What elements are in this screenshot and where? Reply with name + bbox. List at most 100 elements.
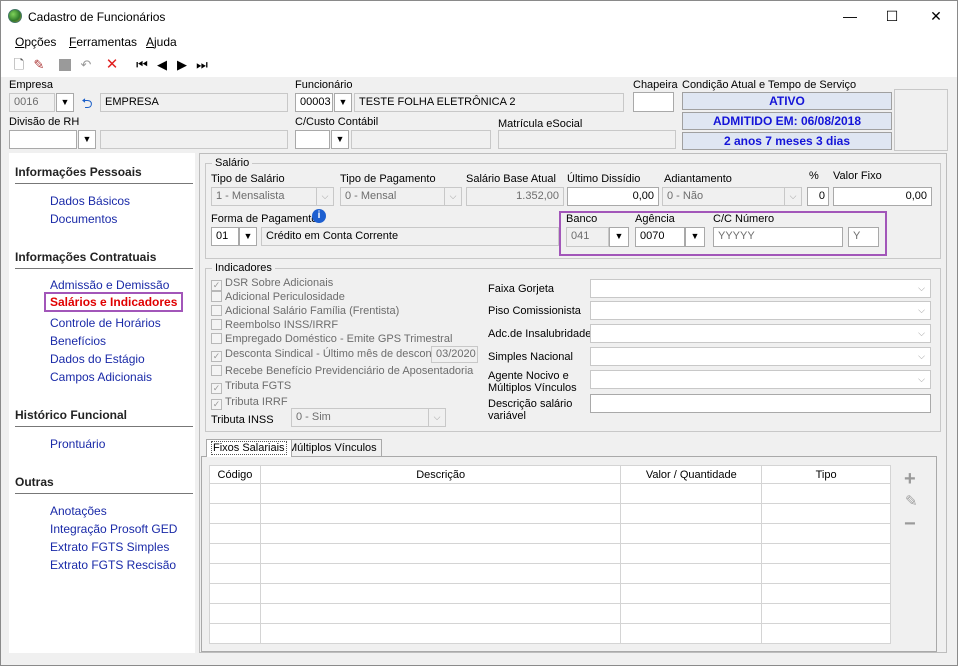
- close-window-button[interactable]: ✕: [921, 5, 951, 27]
- empresa-code-field[interactable]: 0016: [9, 93, 55, 112]
- sidebar-item-controle-horarios[interactable]: Controle de Horários: [50, 316, 161, 330]
- checkbox-tributa-fgts[interactable]: ✓ Tributa FGTS: [211, 380, 291, 394]
- percent-field[interactable]: 0: [807, 187, 829, 206]
- checkbox-domestico[interactable]: Empregado Doméstico - Emite GPS Trimestr…: [211, 333, 452, 345]
- pencil-icon[interactable]: ✎: [905, 492, 918, 510]
- new-document-icon[interactable]: 🗋: [11, 57, 27, 73]
- sidebar-item-anotacoes[interactable]: Anotações: [50, 504, 107, 518]
- table-row[interactable]: [209, 623, 891, 644]
- checkbox-desconta-sindical[interactable]: ✓ Desconta Sindical - Último mês de desco…: [211, 348, 441, 362]
- chapeira-field[interactable]: [633, 92, 674, 112]
- minus-icon[interactable]: −: [904, 513, 916, 536]
- next-record-icon[interactable]: ▶: [174, 57, 190, 73]
- undo-icon[interactable]: ↶: [78, 57, 94, 73]
- checkbox-tributa-irrf[interactable]: ✓ Tributa IRRF: [211, 396, 288, 410]
- sidebar-item-admissao[interactable]: Admissão e Demissão: [50, 278, 169, 292]
- tipo-pagamento-select[interactable]: 0 - Mensal: [340, 187, 446, 206]
- table-row[interactable]: [209, 483, 891, 504]
- sidebar-item-campos-adicionais[interactable]: Campos Adicionais: [50, 370, 152, 384]
- piso-comissionista-label: Piso Comissionista: [488, 305, 581, 317]
- menu-opcoes[interactable]: Opções: [15, 35, 56, 49]
- table-row[interactable]: [209, 583, 891, 604]
- divisao-dropdown-icon[interactable]: ▼: [78, 130, 96, 149]
- info-icon[interactable]: i: [312, 209, 326, 223]
- column-header-valor[interactable]: Valor / Quantidade: [620, 465, 763, 484]
- table-row[interactable]: [209, 563, 891, 584]
- forma-pagamento-dropdown-icon[interactable]: ▼: [239, 227, 257, 246]
- sidebar-item-documentos[interactable]: Documentos: [50, 212, 117, 226]
- salario-base-label: Salário Base Atual: [466, 173, 556, 185]
- column-header-codigo[interactable]: Código: [209, 465, 261, 484]
- cc-dv-field[interactable]: Y: [848, 227, 879, 247]
- salario-base-field[interactable]: 1.352,00: [466, 187, 564, 206]
- adiantamento-select[interactable]: 0 - Não: [662, 187, 786, 206]
- checkbox-periculosidade[interactable]: Adicional Periculosidade: [211, 291, 345, 303]
- minimize-button[interactable]: —: [835, 5, 865, 27]
- save-icon[interactable]: [57, 57, 73, 73]
- descricao-salario-field[interactable]: [590, 394, 931, 413]
- section-historico-funcional: Histórico Funcional: [15, 408, 128, 422]
- checkbox-reembolso[interactable]: Reembolso INSS/IRRF: [211, 319, 338, 331]
- table-row[interactable]: [209, 503, 891, 524]
- sidebar-item-beneficios[interactable]: Benefícios: [50, 334, 106, 348]
- adiantamento-chevron-icon[interactable]: ⌵: [784, 187, 802, 206]
- table-row[interactable]: [209, 543, 891, 564]
- piso-comissionista-select[interactable]: ⌵: [590, 301, 931, 320]
- ccusto-code-field[interactable]: [295, 130, 330, 149]
- checkbox-dsr[interactable]: ✓ DSR Sobre Adicionais: [211, 277, 333, 291]
- funcionario-code-field[interactable]: 00003: [295, 93, 333, 112]
- valor-fixo-field[interactable]: 0,00: [833, 187, 932, 206]
- sidebar-item-dados-basicos[interactable]: Dados Básicos: [50, 194, 130, 208]
- chapeira-label: Chapeira: [633, 79, 678, 91]
- menu-ferramentas[interactable]: Ferramentas: [69, 35, 137, 49]
- table-row[interactable]: [209, 523, 891, 544]
- edit-pencil-icon[interactable]: ✎: [31, 57, 47, 73]
- sidebar-item-extrato-fgts-rescisao[interactable]: Extrato FGTS Rescisão: [50, 558, 176, 572]
- sindical-mes-field[interactable]: 03/2020: [431, 346, 478, 363]
- column-header-tipo[interactable]: Tipo: [761, 465, 891, 484]
- ccusto-dropdown-icon[interactable]: ▼: [331, 130, 349, 149]
- column-header-descricao[interactable]: Descrição: [259, 465, 622, 484]
- banco-dropdown-icon[interactable]: ▼: [609, 227, 629, 247]
- tab-multiplos-vinculos[interactable]: Múltiplos Vínculos: [283, 439, 382, 457]
- sidebar-item-salarios[interactable]: Salários e Indicadores: [44, 292, 184, 312]
- tab-fixos-salariais[interactable]: Fixos Salariais: [206, 439, 292, 457]
- tipo-salario-select[interactable]: 1 - Mensalista: [211, 187, 317, 206]
- agencia-dropdown-icon[interactable]: ▼: [685, 227, 705, 247]
- condicao-label: Condição Atual e Tempo de Serviço: [682, 79, 857, 91]
- divisao-code-field[interactable]: [9, 130, 77, 149]
- table-row[interactable]: [209, 603, 891, 624]
- sidebar-item-integracao-ged[interactable]: Integração Prosoft GED: [50, 522, 177, 536]
- forma-pagamento-code-field[interactable]: 01: [211, 227, 239, 246]
- cc-numero-field[interactable]: YYYYY: [713, 227, 843, 247]
- plus-icon[interactable]: +: [904, 468, 916, 491]
- last-record-icon[interactable]: ⏭: [194, 57, 210, 73]
- sidebar-item-extrato-fgts-simples[interactable]: Extrato FGTS Simples: [50, 540, 169, 554]
- banco-field[interactable]: 041: [566, 227, 609, 247]
- tributa-inss-chevron-icon[interactable]: ⌵: [428, 408, 446, 427]
- maximize-button[interactable]: ☐: [877, 5, 907, 27]
- tipo-pagamento-chevron-icon[interactable]: ⌵: [444, 187, 462, 206]
- agente-nocivo-select[interactable]: ⌵: [590, 370, 931, 389]
- agencia-field[interactable]: 0070: [635, 227, 685, 247]
- checkbox-beneficio-aposentadoria[interactable]: Recebe Benefício Previdenciário de Apose…: [211, 365, 473, 377]
- sidebar-item-estagio[interactable]: Dados do Estágio: [50, 352, 145, 366]
- previous-record-icon[interactable]: ◀: [154, 57, 170, 73]
- tipo-salario-chevron-icon[interactable]: ⌵: [316, 187, 334, 206]
- delete-icon[interactable]: ✕: [104, 57, 120, 73]
- funcionario-dropdown-icon[interactable]: ▼: [334, 93, 352, 112]
- checkbox-salario-familia[interactable]: Adicional Salário Família (Frentista): [211, 305, 399, 317]
- first-record-icon[interactable]: ⏮: [134, 57, 150, 73]
- ultimo-dissidio-field[interactable]: 0,00: [567, 187, 659, 206]
- simples-nacional-select[interactable]: ⌵: [590, 347, 931, 366]
- insalubridade-select[interactable]: ⌵: [590, 324, 931, 343]
- menu-ajuda[interactable]: Ajuda: [146, 35, 177, 49]
- empresa-dropdown-icon[interactable]: ▼: [56, 93, 74, 112]
- tipo-pagamento-label: Tipo de Pagamento: [340, 173, 436, 185]
- funcionario-name-field: TESTE FOLHA ELETRÔNICA 2: [354, 93, 624, 112]
- faixa-gorjeta-select[interactable]: ⌵: [590, 279, 931, 298]
- divisao-name-field: [100, 130, 288, 149]
- sidebar-item-prontuario[interactable]: Prontuário: [50, 437, 105, 451]
- refresh-arrow-icon[interactable]: ⮌: [79, 95, 95, 111]
- tributa-inss-select[interactable]: 0 - Sim: [291, 408, 433, 427]
